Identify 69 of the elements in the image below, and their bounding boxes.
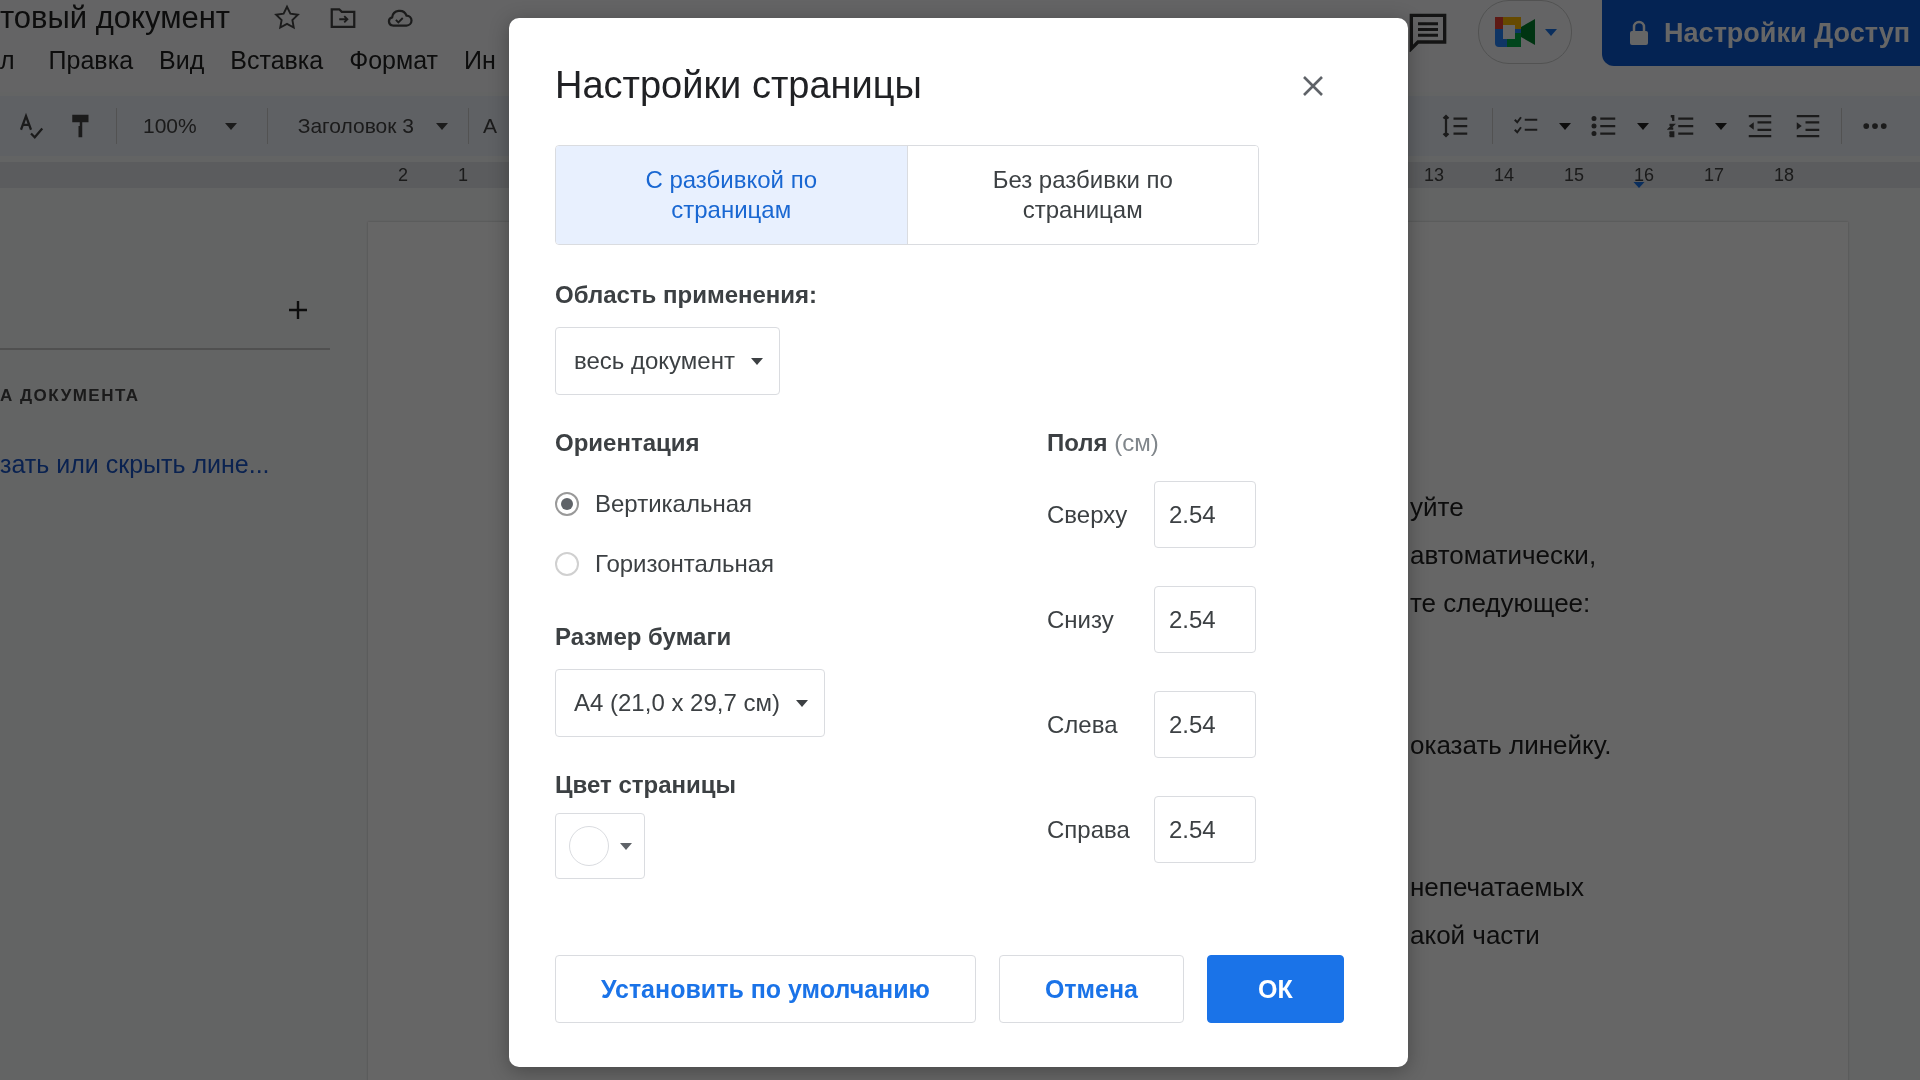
- document-text: непечатаемых: [1410, 872, 1585, 902]
- section-label: Размер бумаги: [555, 623, 733, 651]
- caret-icon: [750, 357, 763, 365]
- ruler-number: 13: [1424, 164, 1442, 186]
- menu-item[interactable]: л: [0, 46, 15, 75]
- caret-icon: [435, 122, 448, 130]
- ruler-number: 1: [458, 164, 469, 186]
- caret-icon: [620, 842, 632, 850]
- section-heading: А ДОКУМЕНТА: [0, 386, 140, 406]
- caret-icon: [1715, 122, 1727, 130]
- page-color-picker[interactable]: [555, 813, 645, 879]
- dialog-button[interactable]: Установить по умолчанию: [555, 955, 976, 1023]
- ruler-number: 17: [1704, 164, 1722, 186]
- lock-icon: [1628, 20, 1651, 46]
- menu-item[interactable]: Вставка: [230, 46, 324, 75]
- paper-size-dropdown[interactable]: A4 (21,0 x 29,7 см): [555, 669, 825, 737]
- caret-icon: [795, 699, 808, 707]
- document-title[interactable]: товый документ: [0, 0, 231, 36]
- field-label: Слева: [1047, 710, 1119, 739]
- close-icon[interactable]: [1302, 74, 1324, 97]
- field-label: Сверху: [1047, 500, 1129, 529]
- field-label: Справа: [1047, 815, 1131, 844]
- dialog-button[interactable]: Отмена: [998, 955, 1184, 1023]
- style-dropdown[interactable]: Заголовок 3: [297, 114, 448, 138]
- menu-item[interactable]: Вид: [159, 46, 205, 75]
- margin-input[interactable]: 2.54: [1154, 481, 1256, 548]
- menu-item[interactable]: Ин: [464, 46, 496, 75]
- camera-icon: [1493, 15, 1538, 49]
- document-text: уйте: [1410, 492, 1464, 522]
- video-call-button[interactable]: [1478, 0, 1573, 64]
- share-button[interactable]: Настройки Доступ: [1602, 0, 1920, 66]
- tab[interactable]: Без разбивки по страницам: [906, 146, 1258, 244]
- dialog-title: Настройки страницы: [555, 64, 922, 107]
- ruler-number: 18: [1774, 164, 1792, 186]
- color-swatch-icon: [568, 825, 610, 867]
- radio-button[interactable]: [555, 492, 579, 516]
- ok-button[interactable]: ОК: [1207, 955, 1344, 1023]
- outline-link[interactable]: зать или скрыть лине...: [0, 450, 270, 479]
- tab[interactable]: С разбивкой по страницам: [556, 146, 907, 244]
- comment-icon[interactable]: [1408, 12, 1449, 52]
- radio-button[interactable]: [555, 552, 579, 576]
- ruler-number: 2: [398, 164, 408, 186]
- caret-icon: [1637, 122, 1649, 130]
- caret-icon: [1559, 122, 1571, 130]
- document-text: акой части: [1410, 920, 1540, 950]
- document-text: те следующее:: [1410, 588, 1591, 618]
- document-text: автоматически,: [1410, 540, 1597, 570]
- zoom-dropdown[interactable]: 100%: [143, 114, 237, 138]
- section-label: Ориентация: [555, 429, 701, 457]
- font-dropdown[interactable]: А: [482, 114, 497, 138]
- scope-dropdown[interactable]: весь документ: [555, 327, 780, 395]
- caret-icon: [1545, 28, 1558, 36]
- section-label: Область применения:: [555, 281, 819, 309]
- add-icon[interactable]: [288, 300, 308, 320]
- field-label: Снизу: [1047, 605, 1115, 634]
- ruler-number: 14: [1494, 164, 1512, 186]
- radio-label: Вертикальная: [595, 490, 753, 518]
- ruler-number: 16: [1634, 164, 1652, 186]
- menu-item[interactable]: Правка: [48, 46, 134, 75]
- margin-input[interactable]: 2.54: [1154, 691, 1256, 758]
- menu-item[interactable]: Формат: [349, 46, 438, 75]
- margin-input[interactable]: 2.54: [1154, 586, 1256, 653]
- document-text: оказать линейку.: [1410, 730, 1612, 760]
- section-label: Цвет страницы: [555, 771, 738, 799]
- caret-icon: [224, 122, 237, 130]
- radio-label: Горизонтальная: [595, 550, 774, 578]
- section-label: Поля (см): [1047, 429, 1160, 457]
- ruler-number: 15: [1564, 164, 1582, 186]
- margin-input[interactable]: 2.54: [1154, 796, 1256, 863]
